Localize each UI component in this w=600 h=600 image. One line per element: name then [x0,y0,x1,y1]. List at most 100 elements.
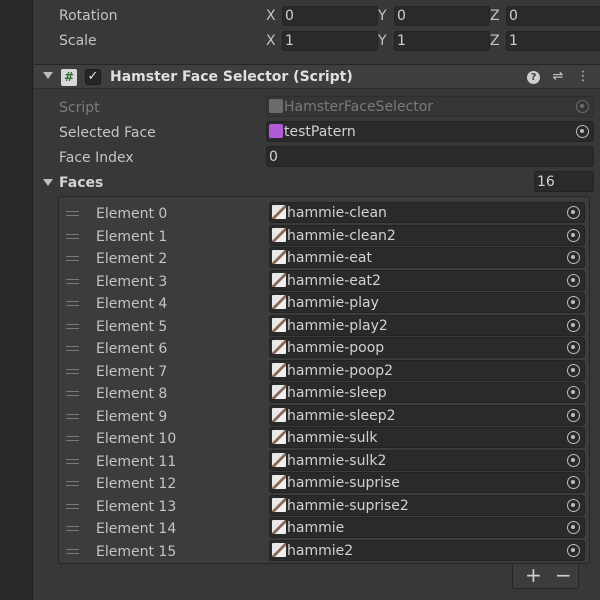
element-sprite-field[interactable]: hammie-sleep2 [269,404,585,426]
sprite-icon [272,475,286,489]
drag-handle-icon[interactable] [66,526,79,531]
help-icon[interactable]: ? [527,71,540,84]
drag-handle-icon[interactable] [66,503,79,509]
list-item[interactable]: Element 14 hammie [59,517,589,539]
scale-x-axis-label[interactable]: X [266,31,282,51]
remove-element-button[interactable]: − [555,564,572,586]
object-picker-icon[interactable] [567,498,580,512]
list-item[interactable]: Element 10 hammie-sulk [59,427,589,449]
element-sprite-field[interactable]: hammie2 [269,539,585,561]
rotation-z-field[interactable]: 0 [506,6,600,26]
list-item[interactable]: Element 7 hammie-poop2 [59,359,589,382]
element-value: hammie-sleep [287,385,387,401]
drag-handle-icon[interactable] [66,458,79,464]
rotation-x-field[interactable]: 0 [282,6,378,26]
element-sprite-field[interactable]: hammie-suprise2 [269,494,585,516]
element-sprite-field[interactable]: hammie-sulk [269,427,585,448]
list-item[interactable]: Element 4 hammie-play [59,292,589,314]
material-icon [269,124,283,138]
element-value: hammie-eat2 [287,272,381,289]
drag-handle-icon[interactable] [66,436,79,441]
rotation-y-field[interactable]: 0 [394,6,490,26]
drag-handle-icon[interactable] [66,413,79,419]
selected-face-field[interactable]: testPatern [266,121,594,142]
list-item[interactable]: Element 9 hammie-sleep2 [59,404,589,427]
inspector-panel: Rotation X 0 Y 0 Z 0 Scale X 1 Y 1 Z 1 #… [34,0,600,600]
object-picker-icon[interactable] [567,228,580,242]
object-picker-icon[interactable] [567,521,580,534]
element-sprite-field[interactable]: hammie-play2 [269,314,585,336]
object-picker-icon[interactable] [567,206,580,219]
element-sprite-field[interactable]: hammie-clean [269,202,585,223]
add-element-button[interactable]: + [525,564,542,586]
scale-y-axis-label[interactable]: Y [378,31,394,51]
object-picker-icon[interactable] [567,431,580,444]
object-picker-icon[interactable] [567,453,580,467]
object-picker-icon[interactable] [567,386,580,399]
list-item[interactable]: Element 6 hammie-poop [59,337,589,359]
object-picker-icon[interactable] [567,273,580,287]
drag-handle-icon[interactable] [66,211,79,216]
rotation-z-axis-label[interactable]: Z [490,6,506,26]
element-value: hammie-eat [287,250,372,266]
element-sprite-field[interactable]: hammie-clean2 [269,224,585,246]
scale-z-axis-label[interactable]: Z [490,31,506,51]
sprite-icon [272,362,286,377]
list-item[interactable]: Element 0 hammie-clean [59,202,589,224]
scale-y-field[interactable]: 1 [394,31,490,51]
drag-handle-icon[interactable] [66,346,79,351]
face-index-field[interactable]: 0 [266,146,594,167]
list-item[interactable]: Element 1 hammie-clean2 [59,224,589,247]
rotation-y-axis-label[interactable]: Y [378,6,394,26]
element-sprite-field[interactable]: hammie-poop2 [269,359,585,381]
object-picker-icon[interactable] [567,363,580,377]
scale-x-field[interactable]: 1 [282,31,378,51]
list-item[interactable]: Element 11 hammie-sulk2 [59,449,589,472]
object-picker-icon[interactable] [567,251,580,264]
script-icon: # [61,69,77,86]
drag-handle-icon[interactable] [66,548,79,554]
drag-handle-icon[interactable] [66,323,79,329]
list-item[interactable]: Element 15 hammie2 [59,539,589,562]
element-sprite-field[interactable]: hammie-sleep [269,382,585,403]
context-menu-icon[interactable]: ⋮ [575,69,591,85]
element-sprite-field[interactable]: hammie-eat2 [269,269,585,291]
list-item[interactable]: Element 13 hammie-suprise2 [59,494,589,517]
element-sprite-field[interactable]: hammie-eat [269,247,585,268]
element-sprite-field[interactable]: hammie-play [269,292,585,313]
element-sprite-field[interactable]: hammie [269,517,585,538]
drag-handle-icon[interactable] [66,368,79,374]
faces-foldout-arrow-icon[interactable] [43,179,53,186]
object-picker-icon[interactable] [567,341,580,354]
list-item[interactable]: Element 8 hammie-sleep [59,382,589,404]
object-picker-icon[interactable] [567,543,580,557]
foldout-arrow-icon[interactable] [43,72,53,79]
element-label: Element 12 [96,476,177,492]
object-picker-icon[interactable] [567,318,580,332]
scale-z-field[interactable]: 1 [506,31,600,51]
list-item[interactable]: Element 3 hammie-eat2 [59,269,589,292]
element-value: hammie-play [287,295,379,311]
faces-size-field[interactable]: 16 [534,171,594,192]
drag-handle-icon[interactable] [66,481,79,486]
drag-handle-icon[interactable] [66,256,79,261]
component-header[interactable]: # ✓ Hamster Face Selector (Script) ? ⇌ ⋮ [34,64,600,89]
selected-face-picker-icon[interactable] [576,125,589,138]
component-enabled-checkbox[interactable]: ✓ [85,69,101,85]
object-picker-icon[interactable] [567,296,580,309]
element-sprite-field[interactable]: hammie-sulk2 [269,449,585,471]
object-picker-icon[interactable] [567,476,580,489]
element-sprite-field[interactable]: hammie-suprise [269,472,585,493]
list-item[interactable]: Element 12 hammie-suprise [59,472,589,494]
faces-header-row[interactable]: Faces 16 [34,171,600,193]
drag-handle-icon[interactable] [66,391,79,396]
drag-handle-icon[interactable] [66,233,79,239]
element-sprite-field[interactable]: hammie-poop [269,337,585,358]
object-picker-icon[interactable] [567,408,580,422]
list-item[interactable]: Element 2 hammie-eat [59,247,589,269]
list-item[interactable]: Element 5 hammie-play2 [59,314,589,337]
drag-handle-icon[interactable] [66,301,79,306]
drag-handle-icon[interactable] [66,278,79,284]
preset-settings-icon[interactable]: ⇌ [550,69,566,85]
rotation-x-axis-label[interactable]: X [266,6,282,26]
